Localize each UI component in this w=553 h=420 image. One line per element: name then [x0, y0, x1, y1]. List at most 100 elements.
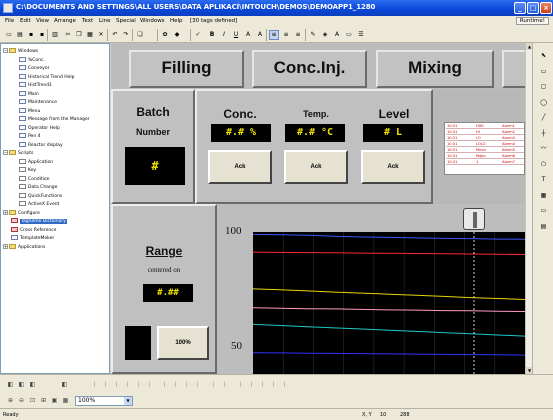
wizard-icon[interactable]: ✿	[160, 30, 170, 40]
delete-icon[interactable]: ✕	[96, 30, 106, 40]
alarm-row[interactable]: 10:31 Minor Alarm5	[446, 148, 524, 154]
rotate-left-icon[interactable]: ⋮	[236, 380, 245, 389]
alarm-row[interactable]: 10:31 Major Alarm6	[446, 154, 524, 160]
alarm-row[interactable]: 10:31 LOLO Alarm4	[446, 142, 524, 148]
canvas-vertical-scrollbar[interactable]: ▲ ▼	[525, 43, 533, 374]
paste-format-icon[interactable]: ◧	[28, 380, 37, 389]
tree-item[interactable]: Cross Reference	[11, 226, 56, 235]
tree-item[interactable]: Application	[19, 158, 53, 167]
pointer-icon[interactable]: ◧	[6, 380, 15, 389]
undo-icon[interactable]: ↶	[110, 30, 120, 40]
align-center-icon[interactable]: ≡	[281, 30, 291, 40]
group-icon[interactable]: ⋮	[182, 380, 191, 389]
menu-special[interactable]: Special	[116, 18, 136, 24]
align-left-icon[interactable]: ≡	[269, 30, 279, 40]
copy-icon[interactable]: ❐	[74, 30, 84, 40]
tree-item[interactable]: Condition	[19, 175, 49, 184]
polyline-icon[interactable]: 〰	[539, 144, 548, 153]
new-icon[interactable]: ▭	[4, 30, 14, 40]
menu-help[interactable]: Help	[170, 18, 183, 24]
fill-color-icon[interactable]: ◈	[320, 30, 330, 40]
tree-item[interactable]: Historical Trend Help	[19, 73, 75, 82]
bitmap-icon[interactable]: ▦	[539, 191, 548, 200]
zoom-in-icon[interactable]: ⊕	[6, 396, 15, 405]
zoom-normal-icon[interactable]: ⊞	[39, 396, 48, 405]
flip-horizontal-icon[interactable]: ⋮	[258, 380, 267, 389]
collapse-icon[interactable]: −	[3, 150, 8, 155]
align-middle-icon[interactable]: ⋮	[134, 380, 143, 389]
tree-item[interactable]: Operator Help	[19, 124, 60, 133]
button-icon[interactable]: ▭	[539, 206, 548, 215]
save-all-icon[interactable]: ▪	[37, 30, 47, 40]
line-icon[interactable]: ╱	[539, 113, 548, 122]
tree-item[interactable]: Maintenance	[19, 99, 57, 107]
text-color-icon[interactable]: A	[332, 30, 342, 40]
chevron-down-icon[interactable]: ▼	[124, 397, 132, 405]
tree-item[interactable]: TemplateMaker	[11, 235, 54, 243]
italic-icon[interactable]: I	[219, 30, 229, 40]
ungroup-icon[interactable]: ⋮	[193, 380, 202, 389]
tree-item[interactable]: Message from the Manager	[19, 116, 90, 124]
expand-icon[interactable]: +	[3, 243, 8, 249]
range-100-button[interactable]: 100%	[157, 326, 209, 360]
app-icon[interactable]	[3, 3, 13, 13]
menu-arrange[interactable]: Arrange	[54, 18, 76, 24]
alarm-row[interactable]: 10:31 HIHI Alarm1	[446, 124, 524, 130]
tree-item[interactable]: Data Change	[19, 184, 57, 192]
tree-item[interactable]: Pen 4	[19, 133, 40, 141]
tab-more[interactable]	[502, 50, 525, 88]
tree-item[interactable]: + Configure	[3, 209, 40, 218]
tag-icon[interactable]: ◆	[172, 30, 182, 40]
tree-item[interactable]: Menu	[19, 107, 40, 116]
hv-line-icon[interactable]: ┼	[539, 129, 548, 138]
spellcheck-icon[interactable]: ✓	[193, 30, 203, 40]
tree-item[interactable]: + Applications	[3, 243, 46, 252]
menu-edit[interactable]: Edit	[20, 18, 31, 24]
tree-item[interactable]: Main	[19, 90, 39, 99]
line-style-icon[interactable]: ☰	[356, 30, 366, 40]
tab-filling[interactable]: Filling	[129, 50, 244, 88]
align-top-icon[interactable]: ⋮	[123, 380, 132, 389]
level-ack-button[interactable]: Ack	[361, 150, 425, 184]
tree-item[interactable]: Key	[19, 167, 36, 175]
cut-icon[interactable]: ✂	[63, 30, 73, 40]
font-size-up-icon[interactable]: A	[243, 30, 253, 40]
range-center-display[interactable]: #.##	[143, 284, 193, 302]
alarm-row[interactable]: 10:31 1 Alarm7	[446, 160, 524, 166]
tab-mixing[interactable]: Mixing	[376, 50, 494, 88]
text-icon[interactable]: T	[539, 175, 548, 184]
grid-icon[interactable]: ▦	[61, 396, 70, 405]
redo-icon[interactable]: ↷	[121, 30, 131, 40]
menu-line[interactable]: Line	[99, 18, 110, 24]
tree-item[interactable]: HistTrend1	[19, 82, 52, 90]
save-icon[interactable]: ▪	[26, 30, 36, 40]
window-color-icon[interactable]: ▭	[344, 30, 354, 40]
open-icon[interactable]: ▤	[15, 30, 25, 40]
align-right-icon[interactable]: ⋮	[112, 380, 121, 389]
temp-ack-button[interactable]: Ack	[284, 150, 348, 184]
send-back-icon[interactable]: ⋮	[171, 380, 180, 389]
duplicate-icon[interactable]: ❏	[135, 30, 145, 40]
flip-vertical-icon[interactable]: ⋮	[269, 380, 278, 389]
collapse-icon[interactable]: −	[3, 48, 8, 53]
line-color-icon[interactable]: ✎	[308, 30, 318, 40]
menu-view[interactable]: View	[36, 18, 49, 24]
tree-item[interactable]: − Windows	[3, 48, 38, 56]
align-bottom-icon[interactable]: ⋮	[145, 380, 154, 389]
trend-icon[interactable]: ▤	[539, 222, 548, 231]
runtime-button[interactable]: Runtime!	[515, 17, 549, 25]
alarm-summary[interactable]: 10:31 HIHI Alarm1 10:31 HI Alarm2 10:31 LO Alarm…	[444, 122, 525, 175]
select-icon[interactable]: ⬉	[539, 51, 548, 60]
align-center-icon[interactable]: ⋮	[101, 380, 110, 389]
tree-item[interactable]: Conveyor	[19, 65, 49, 73]
zoom-selection-icon[interactable]: ▣	[50, 396, 59, 405]
rounded-rectangle-icon[interactable]: ▢	[539, 82, 548, 91]
align-left-icon[interactable]: ⋮	[90, 380, 99, 389]
zoom-window-icon[interactable]: ⊡	[28, 396, 37, 405]
menu-file[interactable]: File	[5, 18, 14, 24]
tree-item[interactable]: %Conc.	[19, 56, 45, 65]
tree-item[interactable]: Tagname Dictionary	[11, 218, 67, 226]
zoom-select[interactable]: 100% ▼	[75, 396, 133, 406]
expand-icon[interactable]: +	[3, 209, 8, 215]
align-right-icon[interactable]: ≡	[293, 30, 303, 40]
